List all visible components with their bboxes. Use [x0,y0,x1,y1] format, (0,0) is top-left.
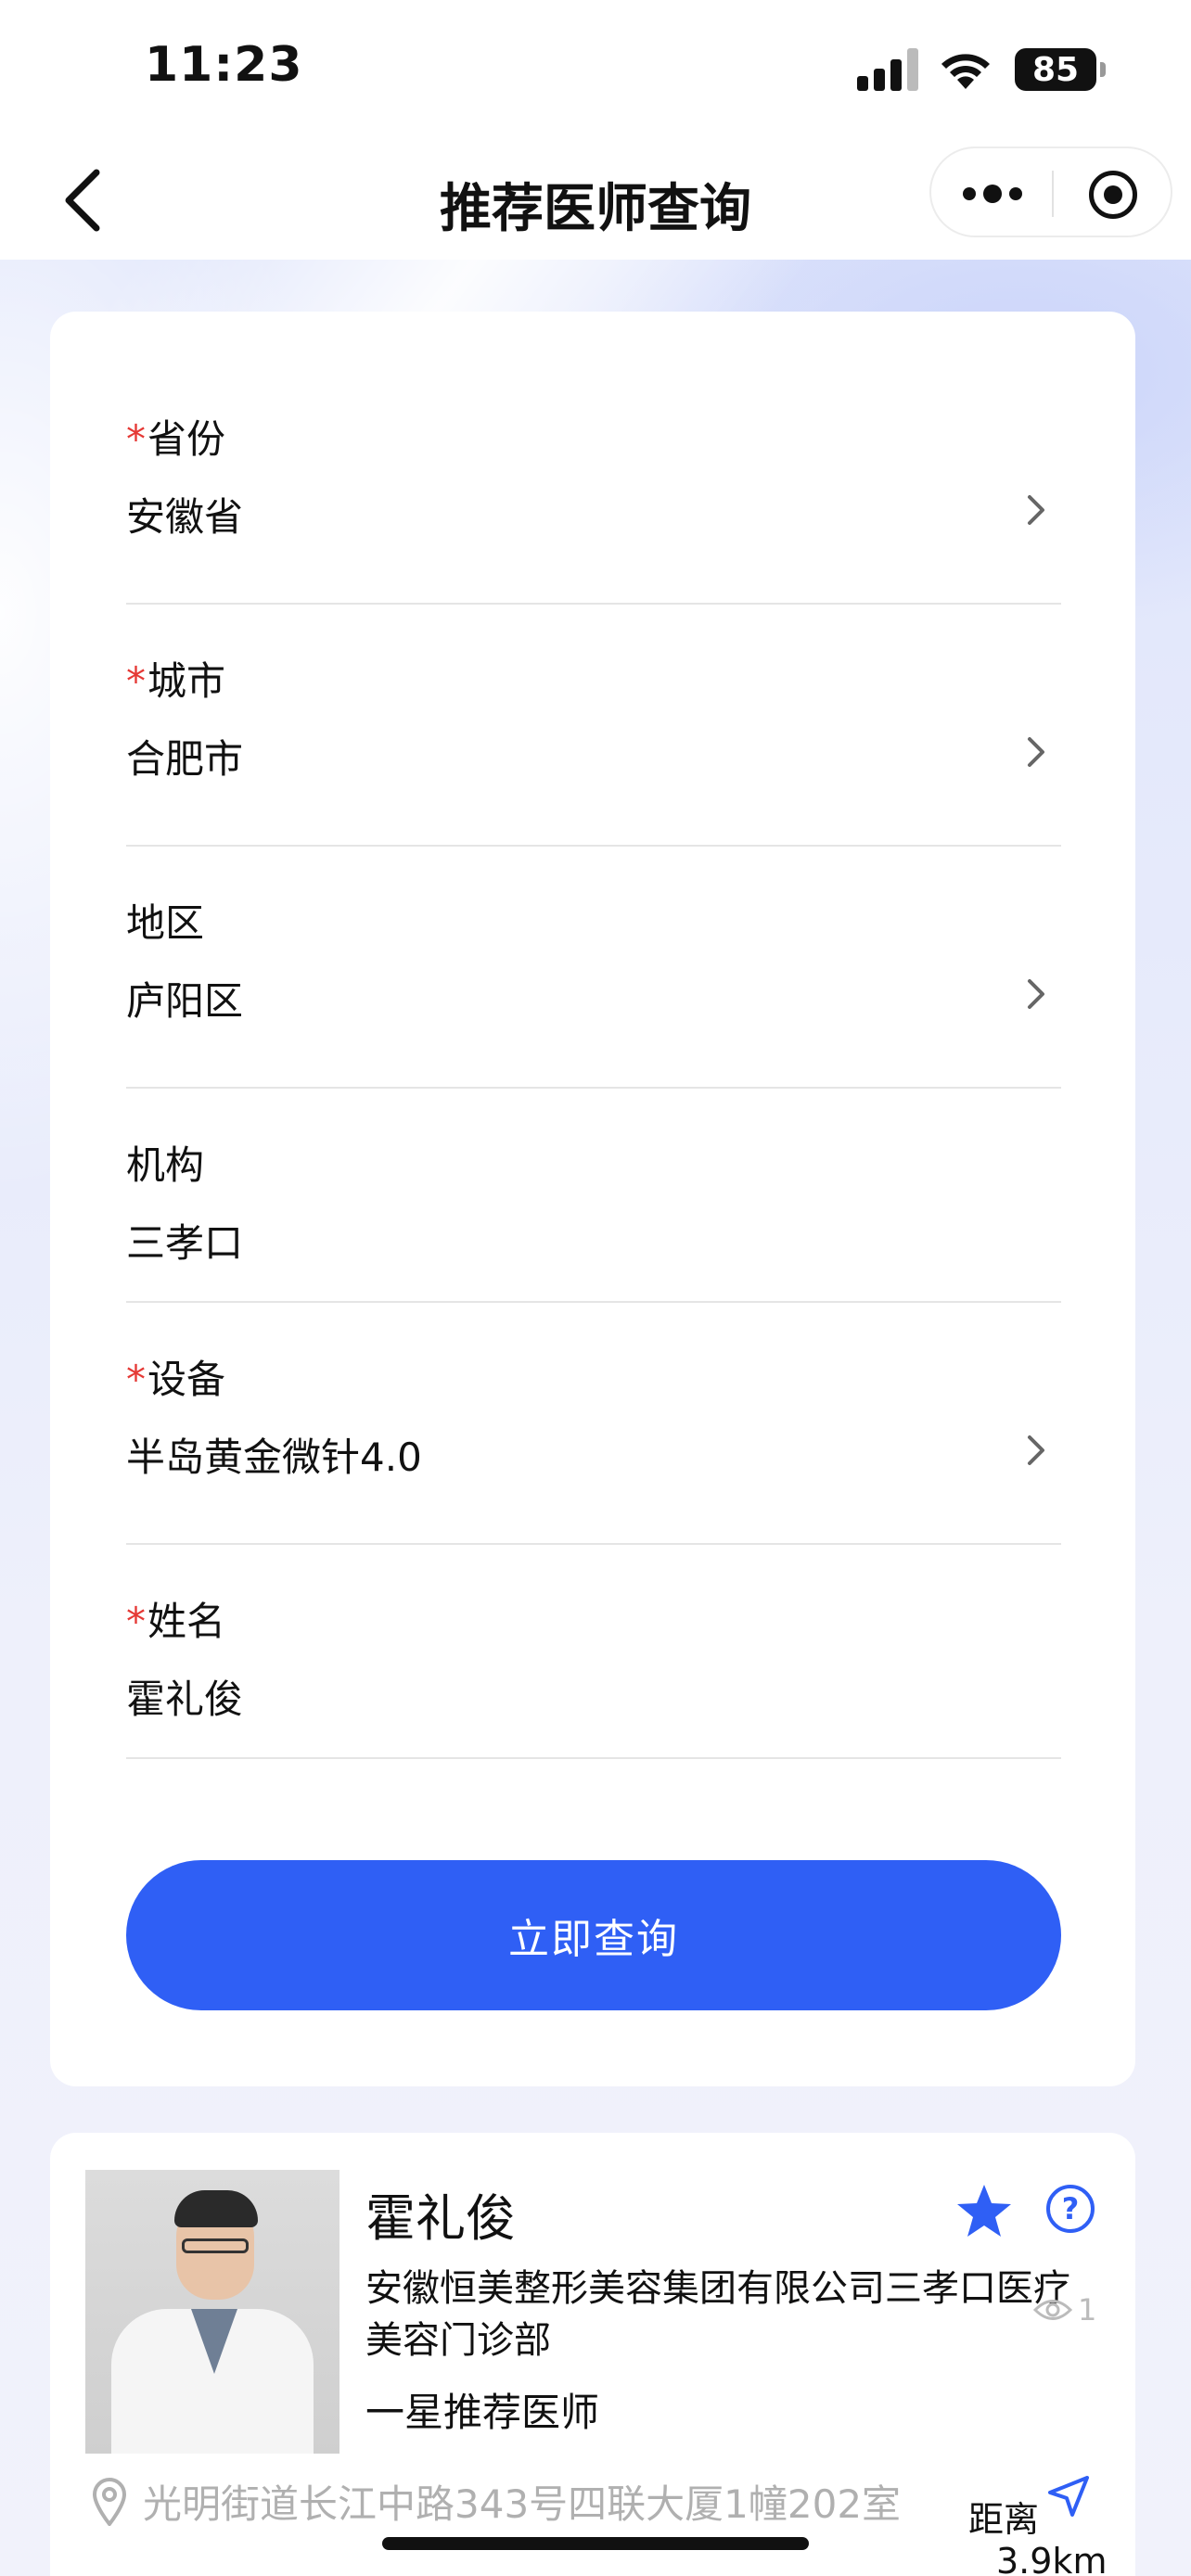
district-field[interactable]: 地区 庐阳区 [126,892,1061,1096]
query-form: *省份 安徽省 *城市 合肥市 地区 庐阳区 机构 三孝口 *设备 半岛黄金微针… [50,312,1135,2086]
required-mark: * [126,1599,146,1644]
field-label: 地区 [126,900,205,946]
field-label: 机构 [126,1142,205,1188]
field-label: *设备 [126,1357,226,1402]
navigation-arrow-icon[interactable] [1046,2474,1091,2519]
eye-icon [1033,2300,1072,2320]
status-time: 11:23 [145,37,303,93]
chevron-right-icon [1028,1435,1044,1465]
star-icon[interactable] [955,2183,1013,2238]
chevron-right-icon [1028,495,1044,525]
status-bar: 11:23 85 [0,0,1191,139]
help-icon[interactable]: ? [1046,2185,1095,2233]
view-count-value: 1 [1078,2292,1097,2327]
capsule-divider [1052,171,1054,217]
institution-field[interactable]: 机构 三孝口 [126,1134,1061,1310]
name-field[interactable]: *姓名 霍礼俊 [126,1590,1061,1766]
institution-input[interactable]: 三孝口 [126,1212,243,1269]
field-label: *城市 [126,658,226,704]
distance-value: 3.9km [996,2541,1108,2576]
wifi-icon [941,54,990,89]
required-mark: * [126,658,146,704]
more-icon[interactable] [963,176,1022,211]
view-count: 1 [1033,2292,1096,2327]
required-mark: * [126,416,146,462]
doctor-photo [85,2170,339,2454]
doctor-name: 霍礼俊 [365,2189,516,2248]
chevron-right-icon [1028,979,1044,1009]
city-value: 合肥市 [126,736,244,782]
field-label: *姓名 [126,1599,226,1644]
chevron-right-icon [1028,737,1044,767]
submit-query-button[interactable]: 立即查询 [126,1860,1061,2010]
distance-label: 距离 [968,2499,1040,2540]
province-value: 安徽省 [126,494,244,540]
field-label: *省份 [126,416,226,462]
divider [126,1301,1061,1303]
battery-indicator: 85 [1015,48,1106,91]
device-field[interactable]: *设备 半岛黄金微针4.0 [126,1348,1061,1552]
target-icon[interactable] [1089,171,1137,219]
district-value: 庐阳区 [126,978,244,1024]
divider [126,603,1061,605]
divider [126,1543,1061,1545]
doctor-result-card[interactable]: 霍礼俊 ? 安徽恒美整形美容集团有限公司三孝口医疗美容门诊部 1 一星推荐医师 … [50,2133,1135,2576]
divider [126,1757,1061,1759]
divider [126,845,1061,847]
city-field[interactable]: *城市 合肥市 [126,650,1061,854]
home-indicator [382,2537,809,2550]
required-mark: * [126,1357,146,1402]
nav-bar: 推荐医师查询 [0,139,1191,260]
name-input[interactable]: 霍礼俊 [126,1668,243,1725]
device-value: 半岛黄金微针4.0 [126,1435,422,1480]
divider [126,1087,1061,1089]
mini-program-capsule [929,147,1172,237]
province-field[interactable]: *省份 安徽省 [126,408,1061,612]
doctor-level: 一星推荐医师 [365,2390,600,2435]
doctor-organization: 安徽恒美整形美容集团有限公司三孝口医疗美容门诊部 [365,2267,1070,2362]
doctor-address: 光明街道长江中路343号四联大厦1幢202室 [143,2481,902,2527]
signal-icon [857,48,918,91]
